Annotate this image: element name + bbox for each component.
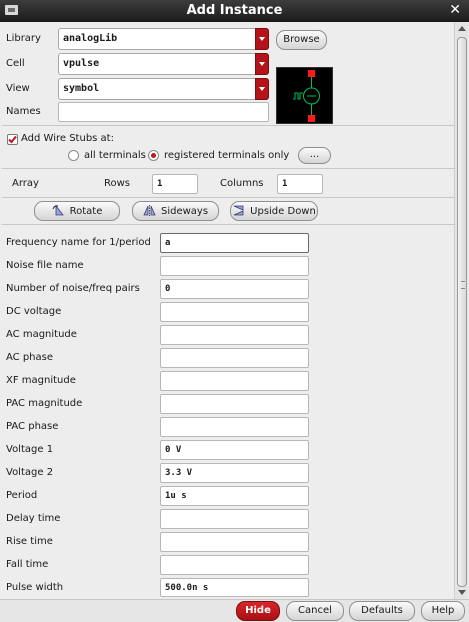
upside-down-button[interactable]: Upside Down (230, 201, 318, 221)
columns-label: Columns (220, 178, 264, 189)
array-label: Array (12, 178, 39, 189)
divider (2, 125, 454, 126)
symbol-preview (276, 67, 333, 124)
rows-label: Rows (104, 178, 131, 189)
param-input[interactable]: 0 (160, 279, 309, 299)
param-label: Period (6, 490, 38, 501)
param-input[interactable] (160, 394, 309, 414)
param-label: XF magnitude (6, 375, 76, 386)
close-icon[interactable]: ✕ (449, 2, 461, 18)
param-input[interactable] (160, 509, 309, 529)
vertical-scrollbar[interactable] (454, 22, 468, 599)
all-terminals-label: all terminals (84, 150, 146, 161)
param-input[interactable] (160, 555, 309, 575)
param-label: DC voltage (6, 306, 62, 317)
cell-value: vpulse (63, 58, 100, 69)
divider (2, 197, 454, 198)
sideways-icon (143, 205, 156, 219)
upside-down-icon (232, 205, 245, 219)
scroll-down-arrow-icon[interactable] (458, 590, 466, 595)
scroll-up-arrow-icon[interactable] (458, 26, 466, 31)
title-bar: Add Instance ✕ (0, 0, 469, 22)
radio-registered-terminals[interactable] (148, 150, 159, 161)
names-label: Names (6, 106, 41, 117)
param-label: Delay time (6, 513, 61, 524)
param-label: PAC phase (6, 421, 59, 432)
names-input[interactable] (58, 102, 269, 122)
param-label: AC phase (6, 352, 54, 363)
defaults-button[interactable]: Defaults (349, 601, 415, 621)
window-title: Add Instance (186, 3, 283, 18)
help-button[interactable]: Help (421, 601, 465, 621)
view-label: View (6, 83, 30, 94)
param-input[interactable]: 0 V (160, 440, 309, 460)
param-label: Pulse width (6, 582, 64, 593)
param-input[interactable] (160, 532, 309, 552)
view-value: symbol (63, 83, 100, 94)
param-label: Voltage 2 (6, 467, 54, 478)
radio-all-terminals[interactable] (68, 150, 79, 161)
library-combo[interactable]: analogLib (58, 28, 269, 50)
wire-stubs-more-button[interactable]: ... (298, 147, 331, 164)
param-input[interactable]: 500.0n s (160, 578, 309, 597)
library-label: Library (6, 33, 41, 44)
rows-input[interactable]: 1 (152, 174, 198, 194)
cell-label: Cell (6, 58, 25, 69)
param-label: Rise time (6, 536, 53, 547)
param-input[interactable] (160, 256, 309, 276)
rotate-icon (52, 204, 65, 219)
param-input[interactable]: 3.3 V (160, 463, 309, 483)
view-combo[interactable]: symbol (58, 78, 269, 100)
param-input[interactable] (160, 302, 309, 322)
columns-input[interactable]: 1 (277, 174, 323, 194)
param-input[interactable] (160, 348, 309, 368)
scrollbar-thumb[interactable] (457, 37, 467, 587)
divider (2, 224, 454, 225)
rotate-button[interactable]: Rotate (34, 201, 120, 221)
param-label: Noise file name (6, 260, 84, 271)
param-input[interactable] (160, 325, 309, 345)
sideways-button[interactable]: Sideways (132, 201, 219, 221)
param-label: PAC magnitude (6, 398, 83, 409)
param-input[interactable]: a (160, 233, 309, 253)
param-label: Number of noise/freq pairs (6, 283, 140, 294)
sideways-label: Sideways (160, 206, 209, 217)
param-input[interactable] (160, 417, 309, 437)
vpulse-symbol-icon (293, 70, 320, 122)
param-label: Frequency name for 1/period (6, 237, 151, 248)
registered-terminals-label: registered terminals only (164, 150, 290, 161)
cell-combo[interactable]: vpulse (58, 53, 269, 75)
wire-stubs-checkbox[interactable] (7, 134, 18, 145)
param-input[interactable] (160, 371, 309, 391)
library-value: analogLib (63, 33, 118, 44)
param-input[interactable]: 1u s (160, 486, 309, 506)
chevron-down-icon[interactable] (255, 53, 269, 75)
param-label: AC magnitude (6, 329, 77, 340)
cancel-button[interactable]: Cancel (286, 601, 344, 621)
hide-button[interactable]: Hide (236, 601, 280, 621)
param-label: Fall time (6, 559, 49, 570)
param-label: Voltage 1 (6, 444, 54, 455)
chevron-down-icon[interactable] (255, 78, 269, 100)
rotate-label: Rotate (69, 206, 103, 217)
wire-stubs-label: Add Wire Stubs at: (21, 133, 114, 144)
browse-button[interactable]: Browse (276, 30, 327, 50)
grip-icon (461, 281, 465, 289)
chevron-down-icon[interactable] (255, 28, 269, 50)
checkmark-icon (8, 135, 17, 144)
upside-down-label: Upside Down (250, 206, 316, 217)
divider (2, 168, 454, 169)
